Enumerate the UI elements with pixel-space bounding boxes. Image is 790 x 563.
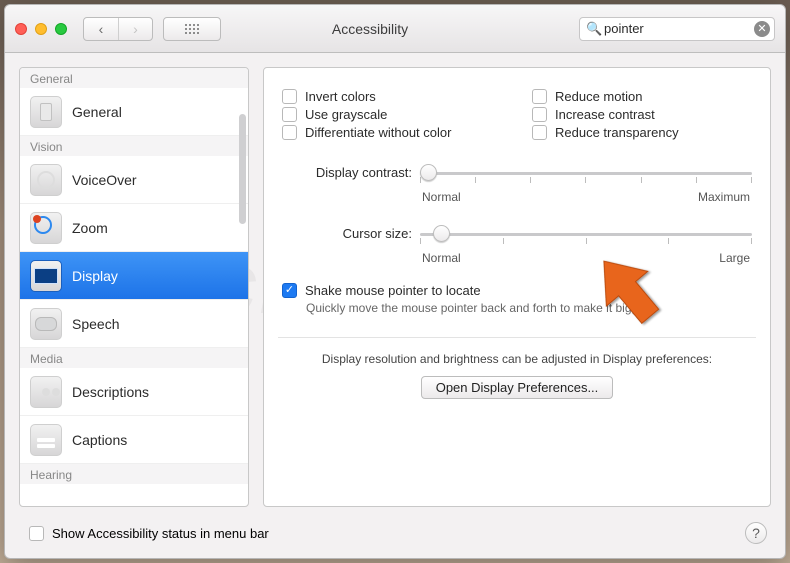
reduce-transparency-label: Reduce transparency: [555, 125, 679, 140]
contrast-min-label: Normal: [422, 190, 461, 204]
sidebar-item-label: Display: [72, 268, 118, 284]
titlebar: ‹ › Accessibility 🔍 ✕: [5, 5, 785, 53]
sidebar-item-descriptions[interactable]: Descriptions: [20, 368, 248, 416]
sidebar-item-label: Speech: [72, 316, 119, 332]
back-button[interactable]: ‹: [84, 18, 118, 40]
search-input[interactable]: [604, 21, 750, 36]
sidebar-section-hearing: Hearing: [20, 464, 248, 484]
sidebar-item-label: Descriptions: [72, 384, 149, 400]
menubar-status-checkbox[interactable]: [29, 526, 44, 541]
diff-without-color-checkbox[interactable]: [282, 125, 297, 140]
display-icon: [30, 260, 62, 292]
sidebar-item-zoom[interactable]: Zoom: [20, 204, 248, 252]
diff-without-color-label: Differentiate without color: [305, 125, 451, 140]
invert-colors-checkbox[interactable]: [282, 89, 297, 104]
window-title: Accessibility: [171, 21, 569, 37]
invert-colors-label: Invert colors: [305, 89, 376, 104]
sidebar-item-display[interactable]: Display: [20, 252, 248, 300]
sidebar-scrollbar[interactable]: [239, 114, 246, 224]
sidebar-item-label: VoiceOver: [72, 172, 137, 188]
reduce-transparency-checkbox[interactable]: [532, 125, 547, 140]
window-controls: [15, 23, 67, 35]
contrast-max-label: Maximum: [698, 190, 750, 204]
sidebar-item-voiceover[interactable]: VoiceOver: [20, 156, 248, 204]
search-field-wrap: 🔍 ✕: [579, 17, 775, 41]
sidebar-section-general: General: [20, 68, 248, 88]
chevron-left-icon: ‹: [99, 21, 104, 37]
speech-icon: [30, 308, 62, 340]
close-window-button[interactable]: [15, 23, 27, 35]
footer: Show Accessibility status in menu bar ?: [5, 512, 785, 558]
general-icon: [30, 96, 62, 128]
cursor-min-label: Normal: [422, 251, 461, 265]
shake-pointer-hint: Quickly move the mouse pointer back and …: [306, 301, 752, 315]
forward-button[interactable]: ›: [118, 18, 152, 40]
increase-contrast-checkbox[interactable]: [532, 107, 547, 122]
nav-back-forward: ‹ ›: [83, 17, 153, 41]
cursor-size-slider[interactable]: [420, 224, 752, 244]
sidebar-item-captions[interactable]: Captions: [20, 416, 248, 464]
sidebar: General General Vision VoiceOver Zoom Di…: [19, 67, 249, 507]
minimize-window-button[interactable]: [35, 23, 47, 35]
display-contrast-label: Display contrast:: [282, 165, 412, 180]
voiceover-icon: [30, 164, 62, 196]
sidebar-item-general[interactable]: General: [20, 88, 248, 136]
descriptions-icon: [30, 376, 62, 408]
increase-contrast-label: Increase contrast: [555, 107, 655, 122]
shake-pointer-label: Shake mouse pointer to locate: [305, 283, 481, 298]
content-pane: Invert colors Use grayscale Differentiat…: [263, 67, 771, 507]
cursor-max-label: Large: [719, 251, 750, 265]
chevron-right-icon: ›: [133, 21, 138, 37]
captions-icon: [30, 424, 62, 456]
reduce-motion-checkbox[interactable]: [532, 89, 547, 104]
zoom-icon: [30, 212, 62, 244]
shake-pointer-checkbox[interactable]: [282, 283, 297, 298]
open-display-prefs-button[interactable]: Open Display Preferences...: [421, 376, 614, 399]
divider: [278, 337, 756, 338]
sidebar-item-label: General: [72, 104, 122, 120]
sidebar-section-vision: Vision: [20, 136, 248, 156]
search-icon: 🔍: [586, 21, 602, 37]
clear-search-button[interactable]: ✕: [754, 21, 770, 37]
cursor-size-label: Cursor size:: [282, 226, 412, 241]
prefs-window: ‹ › Accessibility 🔍 ✕ pcrisk.com General…: [4, 4, 786, 559]
zoom-window-button[interactable]: [55, 23, 67, 35]
use-grayscale-checkbox[interactable]: [282, 107, 297, 122]
display-prefs-note: Display resolution and brightness can be…: [282, 352, 752, 366]
menubar-status-label: Show Accessibility status in menu bar: [52, 526, 269, 541]
body: pcrisk.com General General Vision VoiceO…: [5, 53, 785, 512]
display-contrast-slider[interactable]: [420, 163, 752, 183]
reduce-motion-label: Reduce motion: [555, 89, 642, 104]
sidebar-item-speech[interactable]: Speech: [20, 300, 248, 348]
sidebar-item-label: Zoom: [72, 220, 108, 236]
use-grayscale-label: Use grayscale: [305, 107, 387, 122]
sidebar-item-label: Captions: [72, 432, 127, 448]
help-button[interactable]: ?: [745, 522, 767, 544]
sidebar-section-media: Media: [20, 348, 248, 368]
